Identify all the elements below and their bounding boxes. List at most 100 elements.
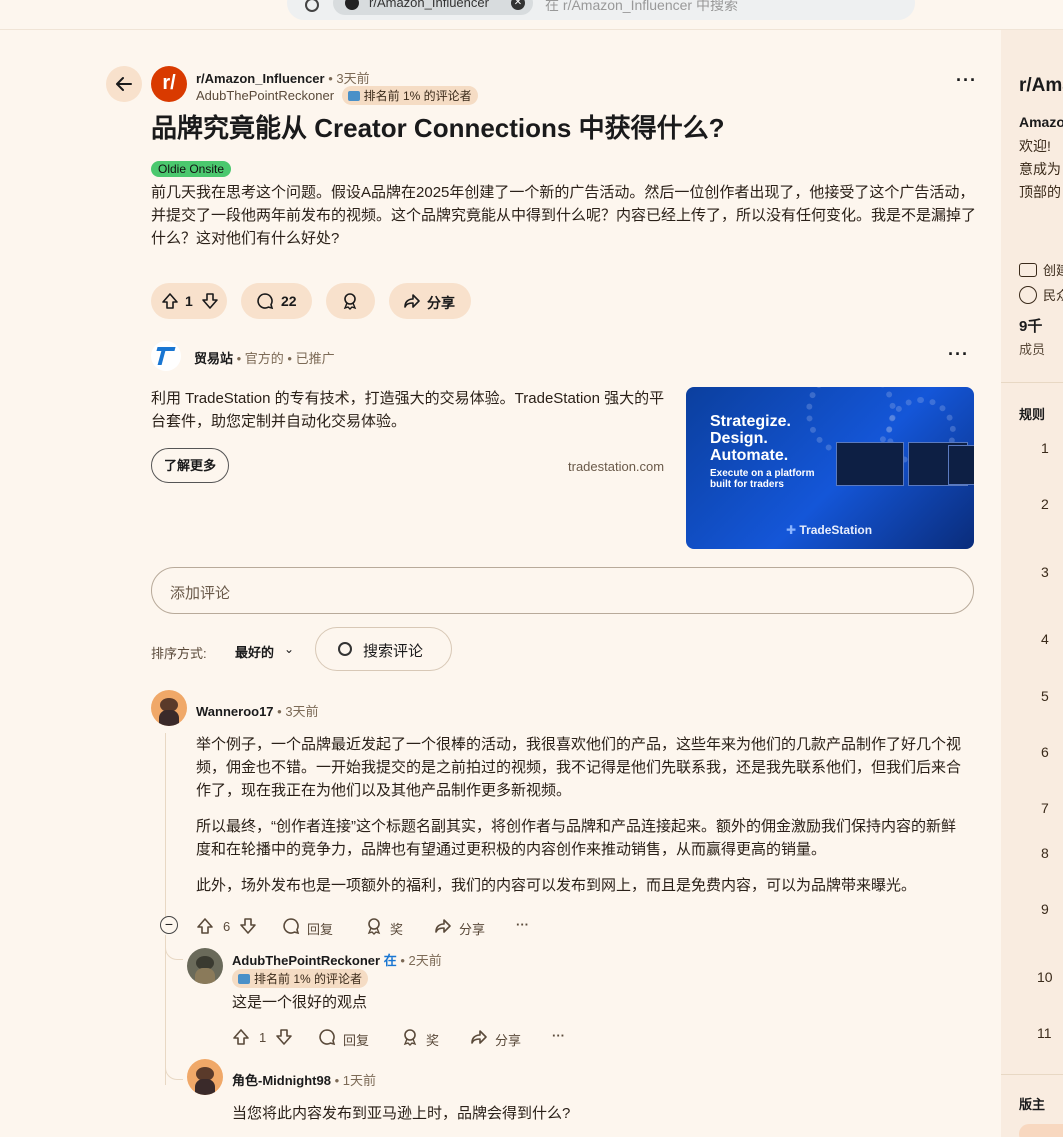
community-title[interactable]: r/Amazon_Influencer bbox=[1019, 75, 1063, 97]
members-count: 9千 bbox=[1019, 318, 1043, 335]
avatar[interactable] bbox=[187, 948, 223, 984]
share-button[interactable]: 分享 bbox=[495, 1030, 521, 1049]
sort-dropdown[interactable]: 最好的 bbox=[235, 642, 274, 661]
community-description: 欢迎! 意成为 顶部的 bbox=[1019, 135, 1061, 204]
top-bar: r/Amazon_Influencer ✕ 在 r/Amazon_Influen… bbox=[0, 0, 1063, 30]
community-subtitle: Amazon Influencer bbox=[1019, 114, 1063, 130]
rule-item[interactable]: 4 bbox=[1041, 631, 1049, 647]
community-sidebar: r/Amazon_Influencer Amazon Influencer 欢迎… bbox=[1001, 30, 1063, 1137]
comment-count: 22 bbox=[281, 293, 297, 309]
post-author[interactable]: AdubThePointReckoner bbox=[196, 88, 334, 103]
comment-author-line: Wanneroo17 • 3天前 bbox=[196, 701, 319, 720]
upvote-icon[interactable] bbox=[161, 292, 179, 310]
chevron-down-icon[interactable]: ⌄ bbox=[284, 642, 294, 656]
avatar[interactable] bbox=[151, 690, 187, 726]
search-placeholder[interactable]: 在 r/Amazon_Influencer 中搜索 bbox=[545, 0, 738, 15]
award-button[interactable]: 奖 bbox=[426, 1030, 439, 1049]
rule-item[interactable]: 8 bbox=[1041, 845, 1049, 861]
comment-author[interactable]: AdubThePointReckoner bbox=[232, 953, 380, 968]
chip-close-icon[interactable]: ✕ bbox=[511, 0, 525, 10]
award-icon bbox=[343, 293, 357, 310]
comment-author[interactable]: 角色-Midnight98 bbox=[232, 1073, 331, 1088]
award-button[interactable]: 奖 bbox=[390, 919, 403, 938]
sort-label: 排序方式: bbox=[151, 646, 207, 661]
comment-icon[interactable] bbox=[318, 1028, 336, 1046]
globe-icon bbox=[1019, 286, 1037, 304]
rules-heading: 规则 bbox=[1019, 407, 1046, 422]
monitor-graphic bbox=[948, 445, 974, 485]
search-comments-button[interactable]: 搜索评论 bbox=[315, 627, 452, 671]
downvote-icon[interactable] bbox=[201, 292, 219, 310]
post-time: • 3天前 bbox=[328, 71, 370, 86]
avatar[interactable] bbox=[187, 1059, 223, 1095]
comment-more-button[interactable]: ··· bbox=[516, 917, 529, 932]
comment-icon[interactable] bbox=[282, 917, 300, 935]
add-comment-input[interactable]: 添加评论 bbox=[151, 567, 974, 614]
comment-actions: 6 回复 奖 分享 ··· bbox=[196, 917, 556, 937]
op-tag: 在 bbox=[383, 953, 397, 968]
reply-button[interactable]: 回复 bbox=[307, 919, 333, 938]
comment-paragraph: 所以最终，“创作者连接”这个标题名副其实，将创作者与品牌和产品连接起来。额外的佣… bbox=[196, 818, 956, 858]
ad-image[interactable]: Strategize. Design. Automate. Execute on… bbox=[686, 387, 974, 549]
cake-icon bbox=[1019, 263, 1037, 277]
rule-item[interactable]: 10 bbox=[1037, 969, 1053, 985]
advertiser-name[interactable]: 贸易站 bbox=[194, 351, 233, 366]
thread-line[interactable] bbox=[165, 733, 166, 918]
post-author-line: AdubThePointReckoner 排名前 1% 的评论者 bbox=[196, 86, 478, 105]
advertiser-logo[interactable] bbox=[151, 341, 181, 371]
rule-item[interactable]: 3 bbox=[1041, 564, 1049, 580]
rule-item[interactable]: 1 bbox=[1041, 440, 1049, 456]
ad-domain[interactable]: tradestation.com bbox=[568, 459, 664, 474]
post-flair[interactable]: Oldie Onsite bbox=[151, 161, 232, 177]
badge-icon bbox=[238, 974, 250, 984]
rule-item[interactable]: 9 bbox=[1041, 901, 1049, 917]
rule-item[interactable]: 7 bbox=[1041, 800, 1049, 816]
reply-connector bbox=[165, 946, 183, 960]
author-flair: 排名前 1% 的评论者 bbox=[232, 969, 369, 988]
subreddit-link[interactable]: r/Amazon_Influencer bbox=[196, 71, 325, 86]
learn-more-button[interactable]: 了解更多 bbox=[151, 448, 229, 483]
upvote-icon[interactable] bbox=[232, 1028, 250, 1046]
share-icon[interactable] bbox=[434, 917, 452, 935]
share-button[interactable]: 分享 bbox=[389, 283, 471, 319]
back-button[interactable] bbox=[106, 66, 142, 102]
downvote-icon[interactable] bbox=[239, 917, 257, 935]
subreddit-search-chip[interactable]: r/Amazon_Influencer ✕ bbox=[333, 0, 533, 15]
description-line: 意成为 bbox=[1019, 161, 1061, 177]
ad-text: 利用 TradeStation 的专有技术，打造强大的交易体验。TradeSta… bbox=[151, 390, 665, 430]
share-icon bbox=[404, 294, 420, 308]
collapse-thread-button[interactable]: − bbox=[160, 916, 178, 934]
share-button[interactable]: 分享 bbox=[459, 919, 485, 938]
search-icon bbox=[338, 642, 352, 656]
rule-item[interactable]: 5 bbox=[1041, 688, 1049, 704]
ad-more-button[interactable]: ··· bbox=[948, 344, 969, 365]
moderators-heading: 版主 bbox=[1019, 1097, 1046, 1112]
share-icon[interactable] bbox=[470, 1028, 488, 1046]
author-flair-text: 排名前 1% 的评论者 bbox=[363, 89, 472, 103]
comments-button[interactable]: 22 bbox=[241, 283, 312, 319]
rule-item[interactable]: 2 bbox=[1041, 496, 1049, 512]
subreddit-avatar[interactable]: r/ bbox=[151, 66, 187, 102]
award-button[interactable] bbox=[326, 283, 375, 319]
downvote-icon[interactable] bbox=[275, 1028, 293, 1046]
comment-more-button[interactable]: ··· bbox=[552, 1028, 565, 1043]
divider bbox=[1001, 1074, 1063, 1075]
rule-item[interactable]: 11 bbox=[1037, 1025, 1052, 1041]
award-icon[interactable] bbox=[365, 917, 383, 935]
comment-author[interactable]: Wanneroo17 bbox=[196, 704, 274, 719]
badge-icon bbox=[347, 91, 360, 101]
rule-item[interactable]: 6 bbox=[1041, 744, 1049, 760]
arrow-left-icon bbox=[116, 77, 132, 91]
ad-brand: ✚ TradeStation bbox=[786, 523, 872, 537]
search-bar[interactable]: r/Amazon_Influencer ✕ 在 r/Amazon_Influen… bbox=[287, 0, 915, 20]
message-mods-button[interactable] bbox=[1019, 1124, 1063, 1137]
upvote-icon[interactable] bbox=[196, 917, 214, 935]
comment-author-line: AdubThePointReckoner 在 • 2天前 bbox=[232, 950, 442, 969]
reply-button[interactable]: 回复 bbox=[343, 1030, 369, 1049]
post-more-button[interactable]: ··· bbox=[956, 70, 977, 91]
comment-flair-line: 排名前 1% 的评论者 bbox=[232, 969, 369, 988]
comment-vote-count: 6 bbox=[223, 919, 231, 934]
award-icon[interactable] bbox=[401, 1028, 419, 1046]
chip-label: r/Amazon_Influencer bbox=[369, 0, 489, 10]
subreddit-icon bbox=[345, 0, 359, 10]
